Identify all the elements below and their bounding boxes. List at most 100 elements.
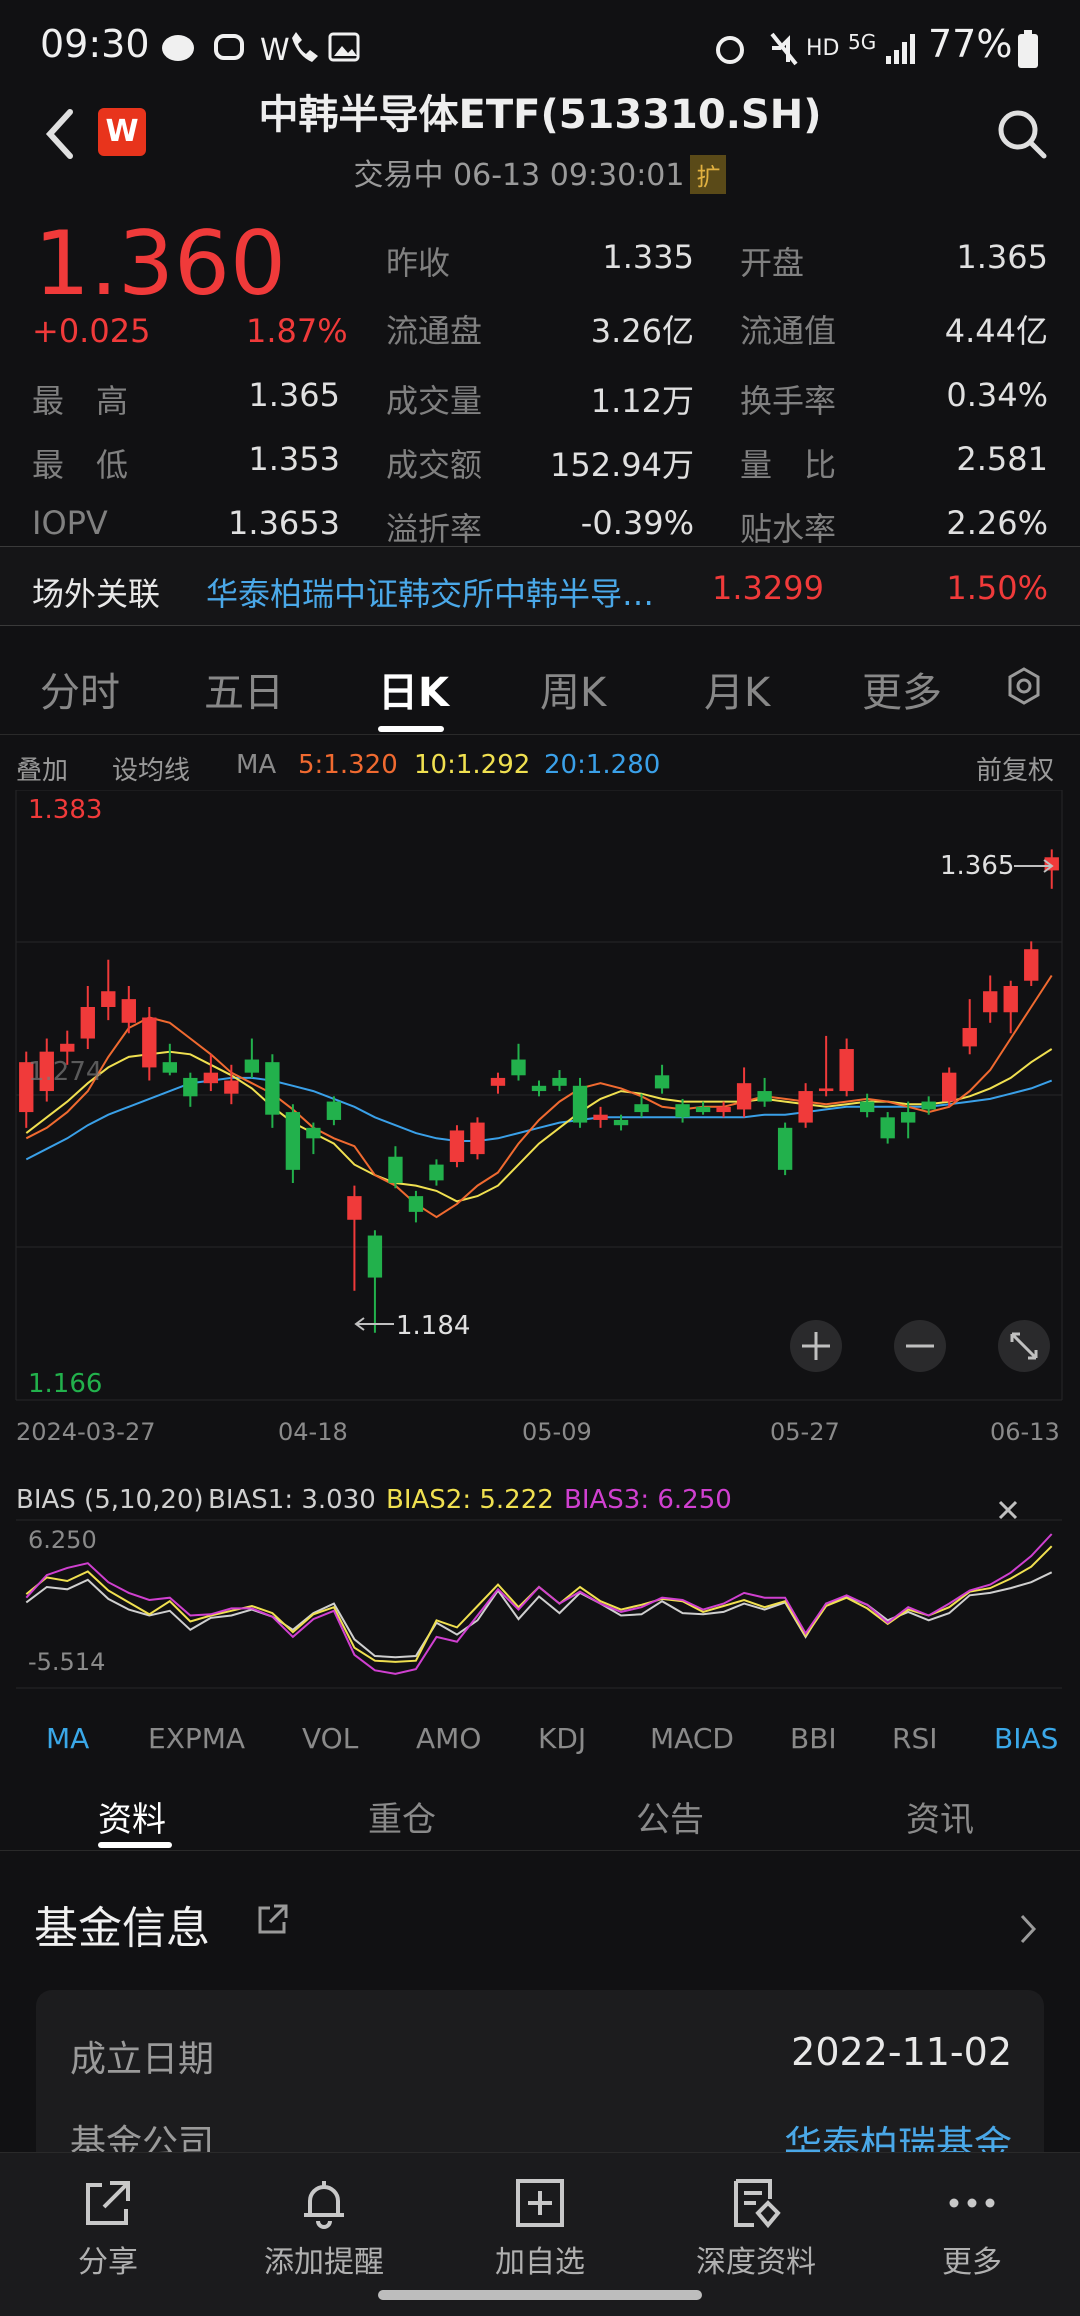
- candle-body: [880, 1117, 895, 1139]
- candle: [572, 1077, 588, 1128]
- bias-lines: [25, 1533, 1053, 1675]
- candle-body: [306, 1127, 321, 1139]
- tab-intraday[interactable]: 分时: [40, 660, 120, 718]
- candle: [839, 1038, 854, 1097]
- candle: [552, 1070, 567, 1092]
- set-ma-button[interactable]: 设均线: [112, 750, 190, 787]
- tab-monthly-k[interactable]: 月K: [704, 660, 770, 718]
- tab-daily-k[interactable]: 日K: [378, 660, 449, 718]
- tab-weekly-k[interactable]: 周K: [540, 660, 606, 718]
- candle-body: [449, 1130, 465, 1162]
- candle: [265, 1054, 280, 1128]
- high-label: 最 高: [32, 382, 129, 420]
- ma10-line: [25, 1048, 1053, 1203]
- amount-label: 成交额: [386, 446, 483, 484]
- tab-holdings[interactable]: 重仓: [368, 1792, 436, 1841]
- more-button[interactable]: 更多: [882, 2153, 1062, 2316]
- discount-value: 2.26%: [946, 504, 1048, 542]
- adjust-selector[interactable]: 前复权: [976, 750, 1054, 787]
- kline-chart[interactable]: 1.383 1.274 1.166 1.365 1.184 2024-03-27…: [0, 790, 1080, 1700]
- bias3-value: BIAS3: 6.250: [564, 1485, 732, 1515]
- candle-body: [101, 991, 116, 1008]
- candle-body: [859, 1101, 875, 1113]
- iopv-label: IOPV: [32, 504, 108, 542]
- home-indicator[interactable]: [378, 2290, 702, 2300]
- divider: [0, 1850, 1080, 1851]
- indicator-kdj[interactable]: KDJ: [538, 1722, 586, 1755]
- prev-close-label: 昨收: [386, 244, 451, 282]
- chart-grid: [15, 790, 1063, 1689]
- zoom-out-button[interactable]: [894, 1320, 946, 1372]
- tab-five-day[interactable]: 五日: [204, 660, 284, 718]
- tab-active-indicator: [378, 726, 444, 732]
- bias-y-high: 6.250: [28, 1526, 97, 1554]
- ma20-value: 20:1.280: [544, 750, 661, 780]
- expand-badge[interactable]: 扩: [690, 155, 727, 194]
- candle-body: [654, 1075, 670, 1089]
- candle: [285, 1104, 301, 1183]
- gear-icon[interactable]: [1004, 666, 1044, 706]
- related-fund-row[interactable]: 场外关联 华泰柏瑞中证韩交所中韩半导… 1.3299 1.50%: [0, 546, 1080, 626]
- share-button[interactable]: 分享: [18, 2153, 198, 2316]
- candle-body: [1003, 985, 1018, 1013]
- candle-body: [675, 1104, 690, 1118]
- ma5-value: 5:1.320: [298, 750, 398, 780]
- candle-body: [1024, 949, 1039, 981]
- candle-body: [736, 1083, 752, 1110]
- tab-profile[interactable]: 资料: [98, 1792, 166, 1841]
- indicator-ma[interactable]: MA: [46, 1722, 89, 1755]
- candle: [80, 985, 95, 1050]
- candle-body: [593, 1114, 608, 1120]
- indicator-vol[interactable]: VOL: [302, 1722, 358, 1755]
- more-label: 更多: [942, 2245, 1002, 2280]
- candle: [408, 1190, 424, 1223]
- fullscreen-button[interactable]: [998, 1320, 1050, 1372]
- info-tab-indicator: [98, 1842, 172, 1848]
- candle: [306, 1122, 321, 1155]
- candle: [162, 1043, 178, 1076]
- tab-news[interactable]: 资讯: [906, 1792, 974, 1841]
- indicator-bbi[interactable]: BBI: [790, 1722, 837, 1755]
- add-watchlist-icon: [516, 2179, 564, 2227]
- candle-body: [942, 1072, 957, 1102]
- alarm-mute-icons: [716, 32, 798, 66]
- close-bias-button[interactable]: [998, 1500, 1018, 1520]
- founding-date-label: 成立日期: [70, 2039, 215, 2080]
- indicator-amo[interactable]: AMO: [416, 1722, 481, 1755]
- tab-more[interactable]: 更多: [862, 660, 942, 718]
- search-icon[interactable]: [996, 108, 1048, 160]
- indicator-expma[interactable]: EXPMA: [148, 1722, 245, 1755]
- candle-body: [203, 1072, 219, 1084]
- candle-body: [634, 1104, 649, 1113]
- candle-body: [921, 1101, 936, 1110]
- candle-body: [777, 1127, 793, 1170]
- candle-body: [983, 991, 998, 1013]
- candle-body: [1044, 857, 1059, 871]
- ma-label: MA: [236, 750, 277, 780]
- candle: [962, 999, 977, 1055]
- candle: [880, 1112, 895, 1144]
- indicator-macd[interactable]: MACD: [650, 1722, 734, 1755]
- candles: [19, 849, 1059, 1333]
- chevron-right-icon[interactable]: [1016, 1912, 1040, 1946]
- zoom-in-button[interactable]: [790, 1320, 842, 1372]
- external-link-icon[interactable]: [256, 1902, 290, 1936]
- related-name[interactable]: 华泰柏瑞中证韩交所中韩半导…: [206, 569, 654, 615]
- low-value: 1.353: [248, 440, 340, 478]
- deep-data-label: 深度资料: [696, 2245, 816, 2280]
- candle: [449, 1125, 465, 1168]
- candle: [798, 1083, 813, 1128]
- bias3-line: [25, 1533, 1053, 1675]
- candle: [818, 1035, 834, 1097]
- tab-announcements[interactable]: 公告: [636, 1792, 704, 1841]
- candle: [593, 1106, 608, 1128]
- indicator-bias[interactable]: BIAS: [994, 1722, 1058, 1755]
- candle-body: [285, 1112, 301, 1170]
- overlay-button[interactable]: 叠加: [16, 750, 68, 787]
- max-marker-label: 1.365: [940, 851, 1014, 881]
- status-hd: HD: [806, 36, 840, 61]
- float-value-value: 4.44亿: [944, 312, 1048, 350]
- candle: [736, 1067, 752, 1118]
- indicator-rsi[interactable]: RSI: [892, 1722, 938, 1755]
- candle: [183, 1072, 198, 1107]
